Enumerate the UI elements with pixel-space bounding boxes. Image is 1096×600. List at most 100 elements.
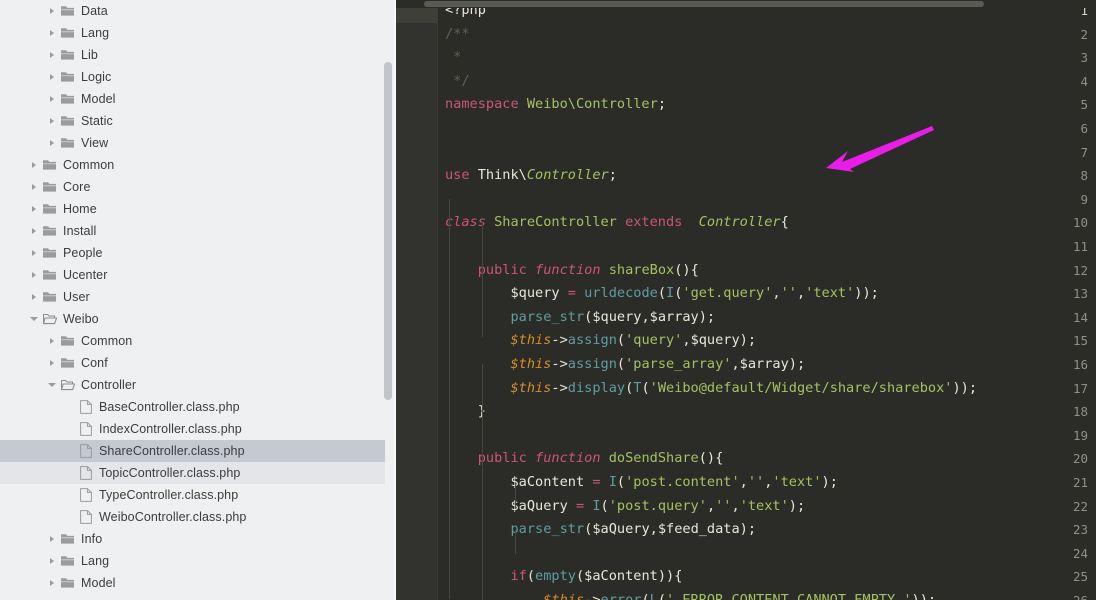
tree-folder-item[interactable]: Ucenter <box>0 264 386 286</box>
code-line[interactable]: } <box>445 400 486 424</box>
tree-folder-item[interactable]: Lib <box>0 44 386 66</box>
code-line[interactable]: $this->assign('query',$query); <box>445 329 756 353</box>
chevron-right-icon[interactable] <box>46 22 57 44</box>
code-line[interactable]: $this->error(L('_ERROR_CONTENT_CANNOT_EM… <box>445 589 936 600</box>
chevron-right-icon[interactable] <box>28 176 39 198</box>
tree-folder-item[interactable]: Model <box>0 572 386 594</box>
tree-item-label: Logic <box>81 70 112 84</box>
code-line[interactable]: $aQuery = I('post.query','','text'); <box>445 495 805 519</box>
tree-folder-item[interactable]: Weibo <box>0 308 386 330</box>
editor-hscrollbar-thumb[interactable] <box>424 1 984 7</box>
tree-item-label: Home <box>63 202 97 216</box>
sidebar-scrollbar-track[interactable] <box>384 0 394 600</box>
code-token: use <box>445 167 470 184</box>
folder-icon <box>39 313 61 325</box>
tree-folder-item[interactable]: Lang <box>0 550 386 572</box>
chevron-right-icon[interactable] <box>28 286 39 308</box>
tree-folder-item[interactable]: Install <box>0 220 386 242</box>
chevron-right-icon[interactable] <box>46 330 57 352</box>
tree-folder-item[interactable]: Conf <box>0 352 386 374</box>
tree-file-item[interactable]: TypeController.class.php <box>0 484 386 506</box>
code-token: -> <box>551 332 568 349</box>
chevron-right-icon[interactable] <box>46 66 57 88</box>
chevron-right-icon[interactable] <box>46 88 57 110</box>
code-token: L <box>649 592 658 600</box>
code-line[interactable]: $this->display(T('Weibo@default/Widget/s… <box>445 377 977 401</box>
chevron-right-icon[interactable] <box>28 264 39 286</box>
code-editor-pane[interactable]: 1 2 3 4 5 6 7 8 9 10 11 12 13 14 15 16 17 18 19 20 21 22 23 24 2… <box>396 0 1096 600</box>
code-content[interactable]: <?php/** * */namespace Weibo\Controller;… <box>445 0 1096 600</box>
indent-spacer <box>0 583 46 584</box>
chevron-right-icon[interactable] <box>46 132 57 154</box>
indent-guide <box>515 530 516 554</box>
tree-item-label: Install <box>63 224 97 238</box>
tree-folder-item[interactable]: Lang <box>0 22 386 44</box>
editor-hscrollbar-track[interactable] <box>396 0 1096 8</box>
code-token: = <box>567 285 576 302</box>
indent-guide <box>515 483 516 507</box>
chevron-right-icon[interactable] <box>28 154 39 176</box>
tree-folder-item[interactable]: Home <box>0 198 386 220</box>
code-token: -> <box>551 379 568 396</box>
tree-file-item[interactable]: WeiboController.class.php <box>0 506 386 528</box>
folder-icon <box>57 71 79 83</box>
code-line[interactable]: $this->assign('parse_array',$array); <box>445 353 805 377</box>
code-line[interactable]: use Think\Controller; <box>445 164 617 188</box>
code-token: I <box>666 285 675 302</box>
code-token: */ <box>445 72 470 89</box>
chevron-right-icon[interactable] <box>46 528 57 550</box>
file-explorer-sidebar[interactable]: Data Lang Lib Logic Model Static View Common Cor… <box>0 0 396 600</box>
code-line[interactable]: parse_str($query,$array); <box>445 306 715 330</box>
tree-folder-item[interactable]: Data <box>0 0 386 22</box>
chevron-right-icon[interactable] <box>28 198 39 220</box>
code-token: Weibo\Controller <box>526 96 658 113</box>
tree-file-item[interactable]: ShareController.class.php <box>0 440 386 462</box>
code-line[interactable]: $query = urldecode(I('get.query','','tex… <box>445 282 878 306</box>
tree-file-item[interactable]: BaseController.class.php <box>0 396 386 418</box>
code-line[interactable]: /** <box>445 23 470 47</box>
code-line[interactable]: public function doSendShare(){ <box>445 447 724 471</box>
chevron-right-icon[interactable] <box>46 44 57 66</box>
tree-folder-item[interactable]: Core <box>0 176 386 198</box>
sidebar-scrollbar-thumb[interactable] <box>384 62 392 400</box>
code-line[interactable]: public function shareBox(){ <box>445 259 699 283</box>
tree-folder-item[interactable]: Logic <box>0 66 386 88</box>
code-line[interactable]: if(empty($aContent)){ <box>445 565 682 589</box>
tree-folder-item[interactable]: People <box>0 242 386 264</box>
tree-folder-item[interactable]: Controller <box>0 374 386 396</box>
code-line[interactable]: parse_str($aQuery,$feed_data); <box>445 518 756 542</box>
code-line[interactable]: * <box>445 46 461 70</box>
code-token: doSendShare <box>608 450 699 467</box>
chevron-down-icon[interactable] <box>28 308 39 330</box>
chevron-right-icon[interactable] <box>46 0 57 22</box>
tree-folder-item[interactable]: Common <box>0 154 386 176</box>
tree-file-item[interactable]: IndexController.class.php <box>0 418 386 440</box>
file-icon <box>75 510 97 524</box>
code-token: ( <box>575 568 585 585</box>
code-line[interactable]: $aContent = I('post.content','','text'); <box>445 471 837 495</box>
chevron-right-icon[interactable] <box>46 572 57 594</box>
tree-item-label: ShareController.class.php <box>99 444 245 458</box>
code-line[interactable]: */ <box>445 70 470 94</box>
code-line[interactable]: namespace Weibo\Controller; <box>445 93 666 117</box>
tree-folder-item[interactable]: User <box>0 286 386 308</box>
chevron-right-icon[interactable] <box>46 110 57 132</box>
code-token: ; <box>657 96 666 113</box>
tree-folder-item[interactable]: Common <box>0 330 386 352</box>
tree-folder-item[interactable]: View <box>0 132 386 154</box>
code-line[interactable]: class ShareController extends Controller… <box>445 211 789 235</box>
tree-file-item[interactable]: TopicController.class.php <box>0 462 386 484</box>
tree-folder-item[interactable]: Static <box>0 110 386 132</box>
tree-folder-item[interactable]: Info <box>0 528 386 550</box>
chevron-right-icon[interactable] <box>28 242 39 264</box>
chevron-down-icon[interactable] <box>46 374 57 396</box>
chevron-right-icon[interactable] <box>46 550 57 572</box>
code-token: '' <box>747 474 765 490</box>
indent-spacer <box>0 407 64 408</box>
tree-folder-item[interactable]: Model <box>0 88 386 110</box>
folder-icon <box>39 203 61 215</box>
chevron-right-icon[interactable] <box>28 220 39 242</box>
indent-spacer <box>0 253 28 254</box>
chevron-right-icon[interactable] <box>46 352 57 374</box>
